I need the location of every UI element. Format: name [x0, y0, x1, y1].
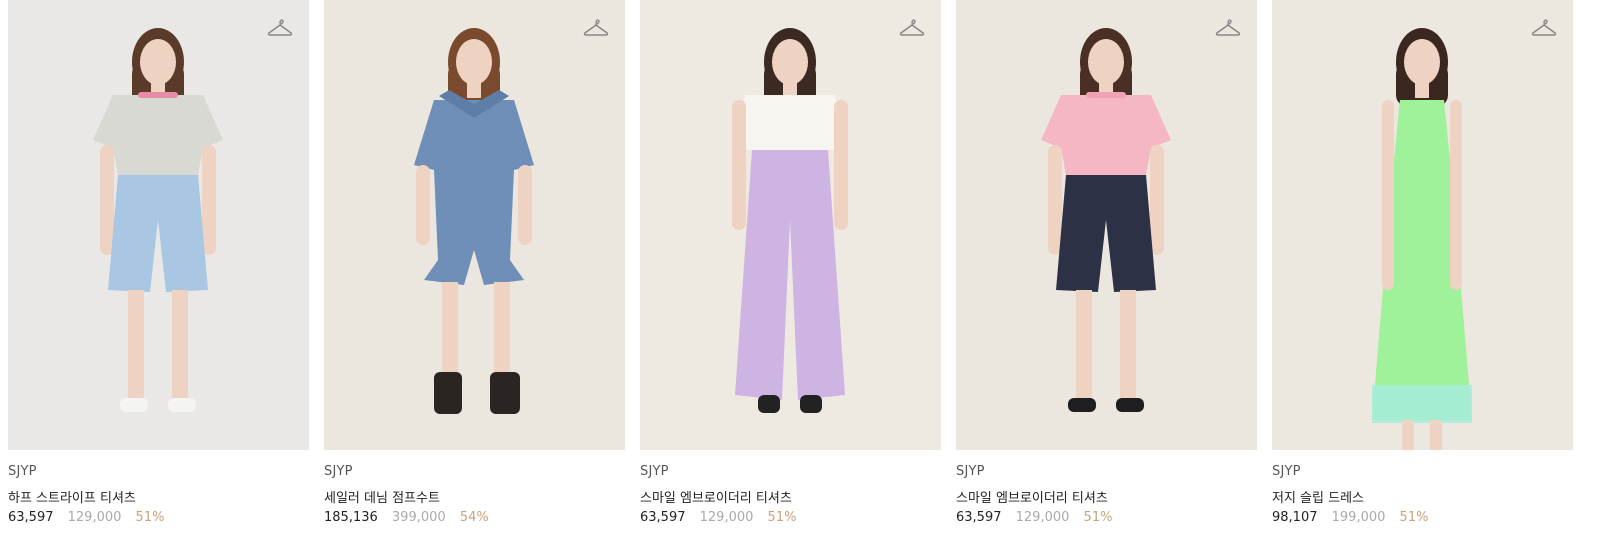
product-card[interactable]: SJYP 세일러 데님 점프수트 185,136 399,000 54% [324, 0, 625, 542]
sale-price: 185,136 [324, 510, 378, 525]
product-brand: SJYP [956, 464, 985, 479]
product-image[interactable] [1272, 0, 1573, 450]
original-price: 129,000 [1015, 510, 1070, 525]
original-price: 399,000 [391, 510, 446, 525]
product-image[interactable] [956, 0, 1257, 450]
sale-price: 98,107 [1272, 510, 1318, 525]
product-brand: SJYP [1272, 464, 1301, 479]
hanger-icon[interactable] [899, 16, 925, 38]
product-image[interactable] [640, 0, 941, 450]
product-brand: SJYP [8, 464, 37, 479]
product-grid: SJYP 하프 스트라이프 티셔츠 63,597 129,000 51% SJY… [8, 0, 1601, 542]
product-image[interactable] [324, 0, 625, 450]
model-photo [324, 0, 625, 450]
product-name[interactable]: 스마일 엠브로이더리 티셔츠 [640, 487, 792, 506]
sale-price: 63,597 [640, 510, 686, 525]
discount-rate: 51% [1399, 510, 1429, 525]
discount-rate: 51% [1083, 510, 1113, 525]
sale-price: 63,597 [956, 510, 1002, 525]
discount-rate: 51% [135, 510, 165, 525]
product-card[interactable]: SJYP 스마일 엠브로이더리 티셔츠 63,597 129,000 51% [956, 0, 1257, 542]
model-photo [1272, 0, 1573, 450]
original-price: 129,000 [699, 510, 754, 525]
hanger-icon[interactable] [1531, 16, 1557, 38]
model-photo [956, 0, 1257, 450]
product-card[interactable]: SJYP 저지 슬립 드레스 98,107 199,000 51% [1272, 0, 1573, 542]
product-name[interactable]: 세일러 데님 점프수트 [324, 487, 440, 506]
price-row: 185,136 399,000 54% [324, 510, 499, 525]
product-name[interactable]: 하프 스트라이프 티셔츠 [8, 487, 136, 506]
product-card[interactable]: SJYP 스마일 엠브로이더리 티셔츠 63,597 129,000 51% [640, 0, 941, 542]
hanger-icon[interactable] [583, 16, 609, 38]
hanger-icon[interactable] [1215, 16, 1241, 38]
model-photo [8, 0, 309, 450]
discount-rate: 54% [459, 510, 489, 525]
product-card[interactable]: SJYP 하프 스트라이프 티셔츠 63,597 129,000 51% [8, 0, 309, 542]
product-image[interactable] [8, 0, 309, 450]
price-row: 63,597 129,000 51% [640, 510, 806, 525]
model-photo [640, 0, 941, 450]
original-price: 199,000 [1331, 510, 1386, 525]
product-brand: SJYP [640, 464, 669, 479]
original-price: 129,000 [67, 510, 122, 525]
price-row: 98,107 199,000 51% [1272, 510, 1438, 525]
sale-price: 63,597 [8, 510, 54, 525]
product-brand: SJYP [324, 464, 353, 479]
hanger-icon[interactable] [267, 16, 293, 38]
price-row: 63,597 129,000 51% [8, 510, 174, 525]
price-row: 63,597 129,000 51% [956, 510, 1122, 525]
product-name[interactable]: 저지 슬립 드레스 [1272, 487, 1364, 506]
discount-rate: 51% [767, 510, 797, 525]
product-name[interactable]: 스마일 엠브로이더리 티셔츠 [956, 487, 1108, 506]
